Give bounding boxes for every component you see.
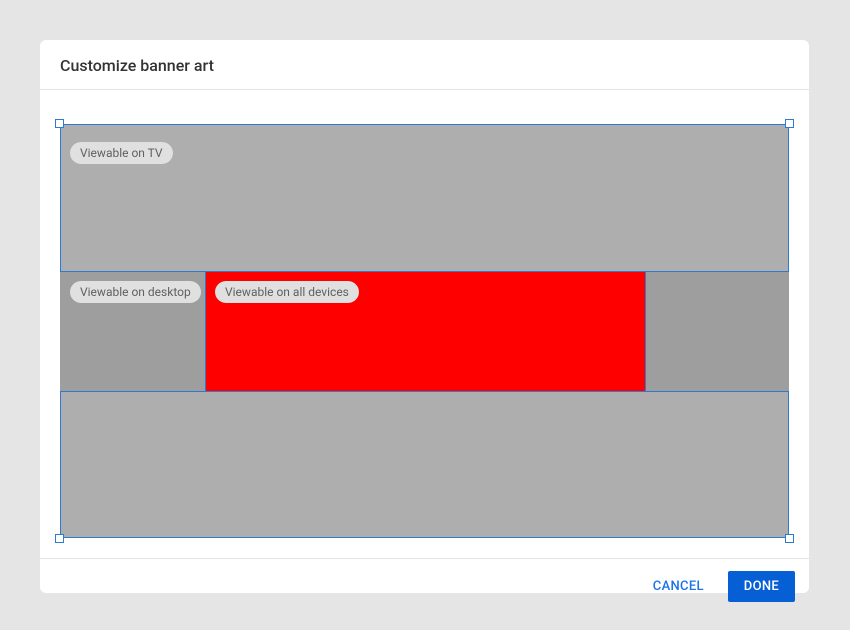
- crop-area[interactable]: Viewable on TV Viewable on desktop Viewa…: [60, 124, 789, 538]
- all-devices-zone-label: Viewable on all devices: [215, 281, 359, 303]
- crop-handle-bottom-left[interactable]: [55, 534, 64, 543]
- dialog-body: Viewable on TV Viewable on desktop Viewa…: [40, 90, 809, 558]
- tv-zone-label: Viewable on TV: [70, 142, 173, 164]
- dialog-header: Customize banner art: [40, 40, 809, 90]
- crop-handle-top-left[interactable]: [55, 119, 64, 128]
- crop-handle-top-right[interactable]: [785, 119, 794, 128]
- done-button[interactable]: DONE: [728, 571, 795, 602]
- crop-handle-bottom-right[interactable]: [785, 534, 794, 543]
- customize-banner-dialog: Customize banner art Viewable on TV View…: [40, 40, 809, 593]
- dialog-title: Customize banner art: [60, 56, 789, 75]
- cancel-button[interactable]: CANCEL: [639, 571, 718, 602]
- dialog-footer: CANCEL DONE: [40, 558, 809, 614]
- desktop-zone-label: Viewable on desktop: [70, 281, 201, 303]
